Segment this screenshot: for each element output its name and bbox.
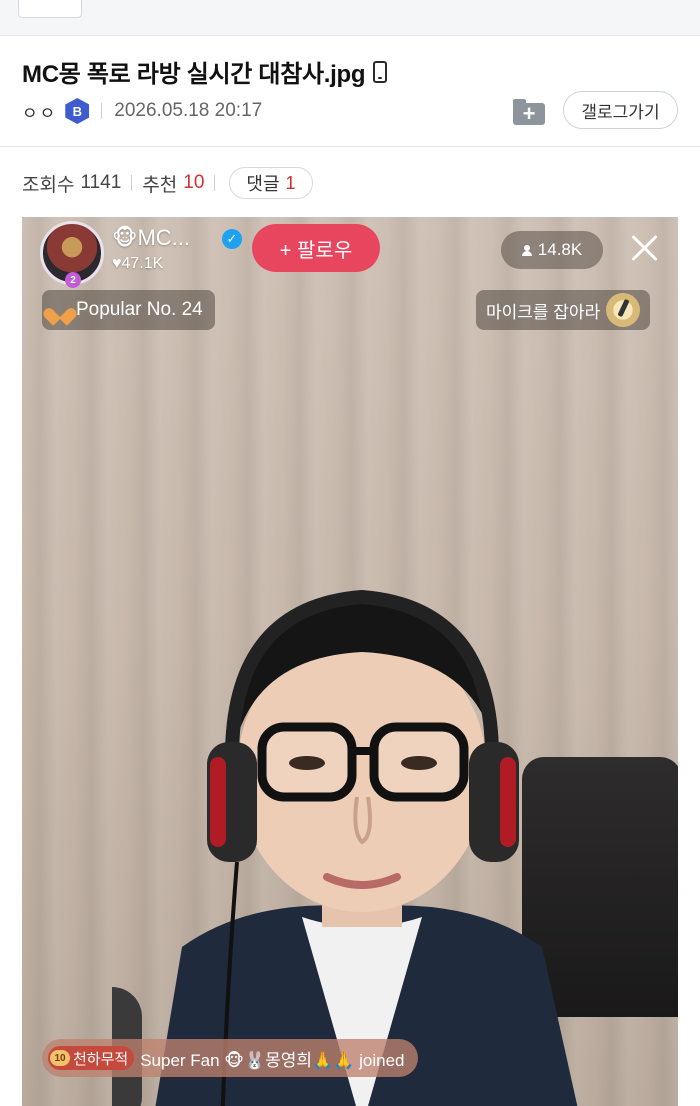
- views-label: 조회수: [22, 174, 75, 196]
- streamer-figure: [112, 589, 578, 1106]
- fan-badge-name: 천하무적: [73, 1050, 129, 1068]
- post-stats: 조회수 1141 추천 10 댓글 1: [22, 166, 313, 200]
- recommend-label: 추천: [142, 174, 178, 196]
- host-likes: ♥47.1K: [112, 255, 164, 272]
- join-text: Super Fan 🐵🐰몽영희🙏🙏 joined: [140, 1050, 405, 1070]
- fan-level-icon: 10: [50, 1050, 70, 1066]
- host-name-text: MC...: [137, 225, 190, 250]
- popular-rank-text: Popular No. 24: [76, 299, 203, 320]
- top-strip: [0, 0, 700, 36]
- popular-rank-badge[interactable]: Popular No. 24: [42, 290, 215, 330]
- post-title-text: MC몽 폭로 라방 실시간 대참사.jpg: [22, 61, 366, 88]
- microphone-event-icon: [606, 293, 641, 327]
- host-avatar[interactable]: 2: [40, 221, 104, 288]
- follow-button[interactable]: + 팔로우: [252, 224, 380, 272]
- viewer-count[interactable]: 14.8K: [501, 231, 603, 269]
- mobile-phone-icon: [373, 60, 388, 83]
- recommend-count: 10: [183, 172, 205, 193]
- comments-button[interactable]: 댓글 1: [229, 167, 313, 199]
- verified-check-icon: ✓: [222, 229, 242, 249]
- author-badge-icon: B: [65, 98, 90, 124]
- folder-plus: +: [513, 103, 545, 125]
- views-count: 1141: [80, 172, 122, 193]
- close-icon[interactable]: [630, 233, 660, 263]
- heart-icon: [50, 301, 70, 319]
- livestream-screenshot: 2 🐵MC... ♥47.1K ✓ + 팔로우 14.8K Popular No…: [22, 217, 678, 1106]
- host-level-badge: 2: [65, 272, 81, 288]
- mic-event-banner[interactable]: 마이크를 잡아라: [476, 290, 651, 330]
- stats-divider: [214, 175, 216, 191]
- host-name[interactable]: 🐵MC...: [112, 225, 190, 251]
- stats-divider: [131, 175, 133, 191]
- viewer-count-text: 14.8K: [537, 240, 583, 259]
- mic-event-text: 마이크를 잡아라: [486, 302, 601, 322]
- comments-count: 1: [285, 172, 296, 193]
- meta-divider: [101, 103, 103, 119]
- post-meta: ㅇㅇ B 2026.05.18 20:17: [22, 96, 262, 126]
- monkey-emoji-icon: 🐵: [112, 225, 138, 250]
- section-divider: [0, 146, 700, 147]
- add-folder-icon[interactable]: +: [513, 99, 545, 125]
- person-icon: [521, 244, 532, 256]
- author-name[interactable]: ㅇㅇ: [22, 99, 57, 124]
- gallog-button[interactable]: 갤로그가기: [563, 91, 678, 129]
- post-title: MC몽 폭로 라방 실시간 대참사.jpg: [22, 54, 388, 89]
- fan-club-badge: 10 천하무적: [48, 1046, 135, 1070]
- post-date: 2026.05.18 20:17: [114, 100, 263, 121]
- join-notification: 10 천하무적 Super Fan 🐵🐰몽영희🙏🙏 joined: [42, 1039, 419, 1077]
- comments-label: 댓글: [246, 174, 280, 194]
- top-tab-stub[interactable]: [18, 0, 82, 18]
